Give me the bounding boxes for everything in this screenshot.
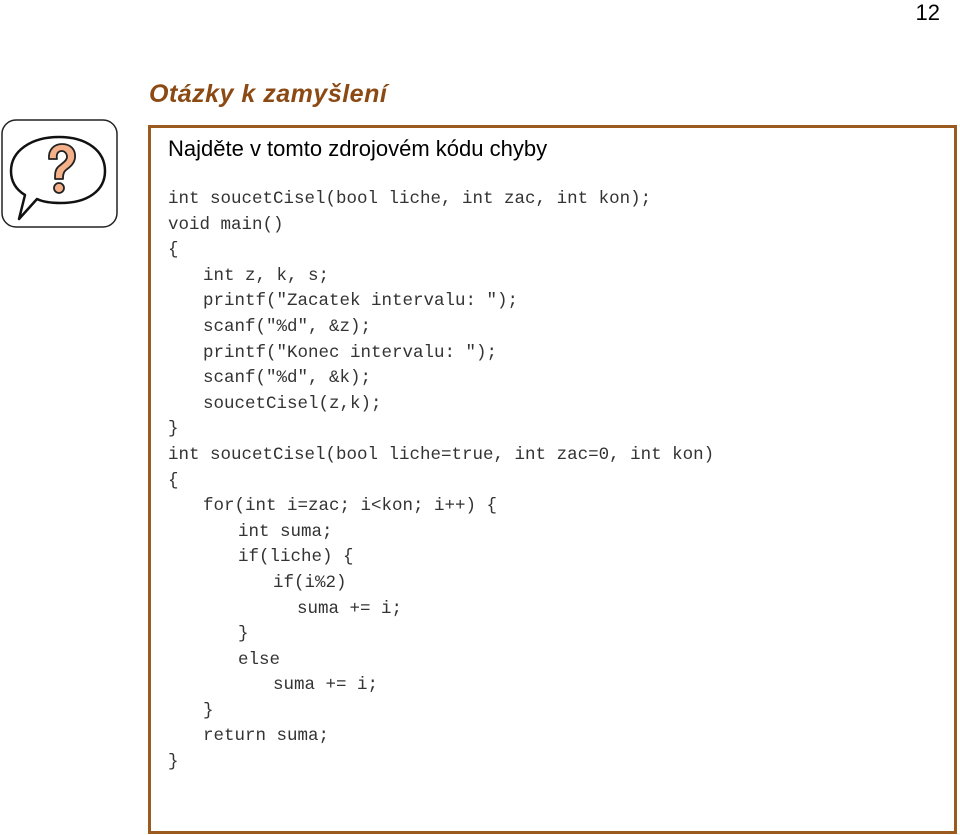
code-line: suma += i;	[273, 675, 379, 696]
code-line: return suma;	[203, 726, 330, 747]
code-line: }	[203, 700, 214, 721]
question-box: Najděte v tomto zdrojovém kódu chyby int…	[148, 125, 957, 834]
question-prompt: Najděte v tomto zdrojovém kódu chyby	[168, 136, 548, 161]
code-line: }	[238, 624, 249, 645]
code-line: suma += i;	[297, 598, 403, 619]
code-line: if(i%2)	[273, 572, 347, 593]
question-speech-bubble-icon	[1, 119, 118, 228]
code-line: else	[238, 649, 281, 670]
code-line: void main()	[168, 214, 284, 235]
code-line: scanf("%d", &k);	[203, 368, 372, 389]
code-line: printf("Konec intervalu: ");	[203, 342, 498, 363]
code-line: scanf("%d", &z);	[203, 316, 372, 337]
section-title: Otázky k zamyšlení	[149, 80, 388, 108]
code-line: int suma;	[238, 521, 333, 542]
code-line: {	[168, 470, 179, 491]
code-line: int z, k, s;	[203, 265, 330, 286]
code-line: int soucetCisel(bool liche=true, int zac…	[168, 444, 715, 465]
code-line: soucetCisel(z,k);	[203, 393, 382, 414]
code-line: {	[168, 240, 179, 261]
code-line: int soucetCisel(bool liche, int zac, int…	[168, 189, 652, 209]
code-listing: int soucetCisel(bool liche, int zac, int…	[168, 187, 714, 776]
code-line: for(int i=zac; i<kon; i++) {	[203, 496, 498, 517]
code-line: }	[168, 752, 179, 773]
page-number: 12	[915, 0, 940, 25]
code-line: }	[168, 419, 179, 440]
code-line: if(liche) {	[238, 547, 354, 568]
code-line: printf("Zacatek intervalu: ");	[203, 291, 519, 312]
